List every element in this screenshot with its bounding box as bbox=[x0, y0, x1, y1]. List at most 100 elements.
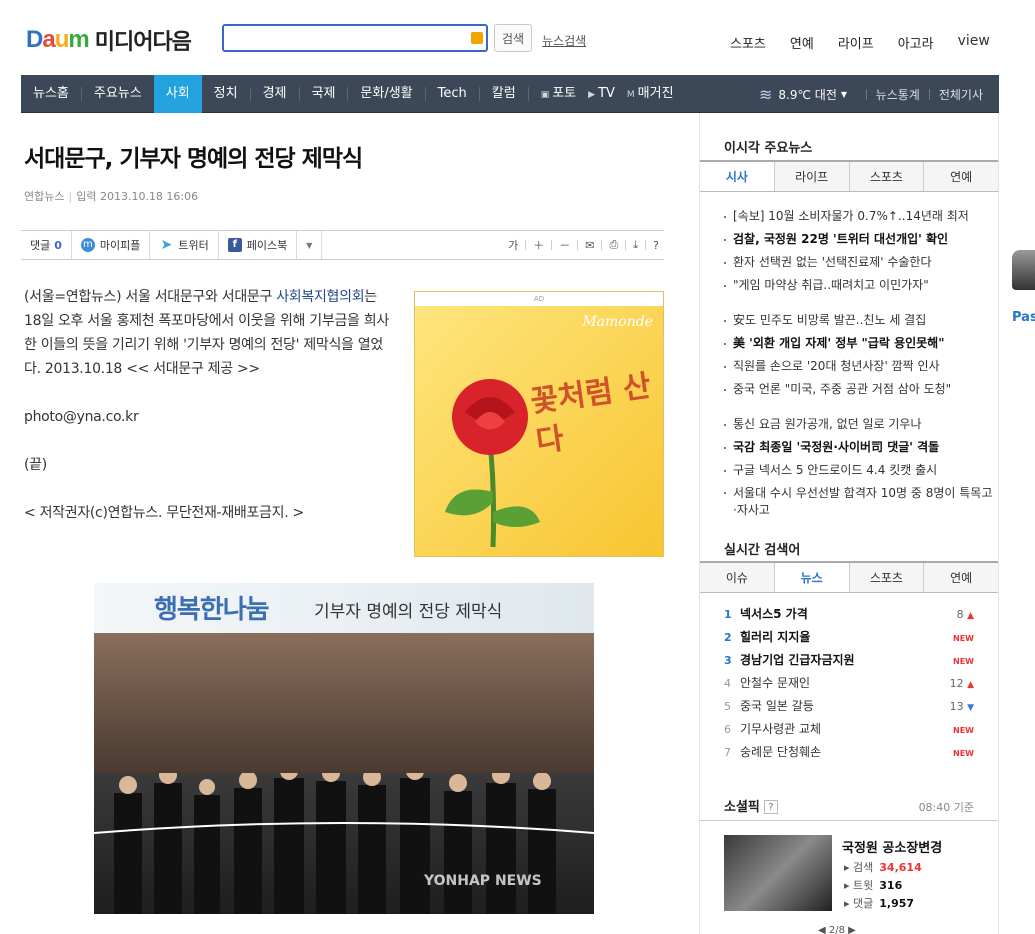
zoom-in-icon[interactable]: ＋ bbox=[533, 237, 544, 253]
article-toolbar: 댓글 0 m 마이피플 ➤ 트위터 f 페이스북 ▼ 가 ＋ － ✉ ⎙ ⤓ ? bbox=[21, 230, 664, 260]
daum-logo[interactable]: Daum 미디어다음 bbox=[26, 24, 192, 56]
facebook-button[interactable]: f 페이스북 bbox=[217, 231, 296, 259]
social-thumbnail[interactable] bbox=[724, 835, 832, 911]
search-button[interactable]: 검색 bbox=[494, 24, 532, 52]
more-share-button[interactable]: ▼ bbox=[296, 231, 321, 259]
news-stats-link[interactable]: 뉴스통계 bbox=[876, 86, 920, 103]
all-articles-link[interactable]: 전체기사 bbox=[939, 86, 983, 103]
rank-item[interactable]: 5 중국 일본 갈등 13 ▼ bbox=[724, 695, 974, 718]
arrow-up-icon: ▲ bbox=[967, 611, 974, 621]
news-item[interactable]: 국감 최종일 '국정원·사이버司 댓글' 격돌 bbox=[724, 436, 994, 459]
weather-widget[interactable]: ≋ 8.9℃ 대전 ▼ bbox=[759, 75, 847, 113]
top-link-agora[interactable]: 아고라 bbox=[898, 33, 934, 52]
nav-culture[interactable]: 문화/생활 bbox=[348, 75, 424, 113]
nav-magazine[interactable]: M 매거진 bbox=[627, 75, 686, 113]
side-ad[interactable]: Pas bbox=[1012, 250, 1035, 340]
news-search-link[interactable]: 뉴스검색 bbox=[542, 32, 586, 49]
twitter-button[interactable]: ➤ 트위터 bbox=[149, 231, 217, 259]
tab-current-affairs[interactable]: 시사 bbox=[700, 162, 774, 191]
rank-keyword: 숭례문 단청훼손 bbox=[740, 745, 822, 759]
tab-issue[interactable]: 이슈 bbox=[700, 563, 774, 592]
tab-life[interactable]: 라이프 bbox=[773, 162, 849, 191]
top-link-view[interactable]: view bbox=[958, 33, 990, 52]
rank-change-value: 8 bbox=[956, 608, 964, 621]
prev-icon[interactable]: ◀ bbox=[818, 925, 826, 934]
search-input[interactable] bbox=[224, 26, 464, 50]
stat-label: 검색 bbox=[853, 861, 874, 874]
dropdown-icon: ▼ bbox=[840, 89, 848, 99]
nav-top-news[interactable]: 주요뉴스 bbox=[82, 75, 154, 113]
article-source[interactable]: 연합뉴스 bbox=[24, 190, 64, 203]
news-item[interactable]: 통신 요금 원가공개, 없던 일로 기우나 bbox=[724, 413, 994, 436]
ad-banner[interactable]: AD Mamonde 꽃처럼 산다 bbox=[414, 291, 664, 557]
stat-label: 댓글 bbox=[853, 897, 874, 910]
nav-economy[interactable]: 경제 bbox=[251, 75, 299, 113]
social-item-title[interactable]: 국정원 공소장변경 bbox=[842, 837, 942, 856]
news-item[interactable]: 安도 민주도 비망록 발끈..친노 세 결집 bbox=[724, 309, 994, 332]
keyboard-icon[interactable] bbox=[471, 32, 483, 44]
news-item[interactable]: 직원를 손으로 '20대 청년사장' 깜짝 인사 bbox=[724, 355, 994, 378]
tab-news[interactable]: 뉴스 bbox=[773, 563, 849, 592]
top-link-life[interactable]: 라이프 bbox=[838, 33, 874, 52]
nav-tech[interactable]: Tech bbox=[426, 75, 479, 113]
tab-rt-entertainment[interactable]: 연예 bbox=[923, 563, 998, 592]
rank-item[interactable]: 7 숭례문 단청훼손 NEW bbox=[724, 741, 974, 764]
stat-value: 316 bbox=[879, 879, 903, 892]
tab-rt-sports[interactable]: 스포츠 bbox=[848, 563, 924, 592]
article-photo[interactable]: 행복한나눔 기부자 명예의 전당 제막식 YONHAP NEWS bbox=[94, 583, 594, 914]
top-link-entertainment[interactable]: 연예 bbox=[790, 33, 814, 52]
news-item[interactable]: [속보] 10월 소비자물가 0.7%↑..14년래 최저 bbox=[724, 205, 994, 228]
save-icon[interactable]: ⤓ bbox=[633, 238, 638, 252]
facebook-icon: f bbox=[227, 238, 242, 252]
email-icon[interactable]: ✉ bbox=[585, 239, 594, 252]
news-item[interactable]: 검찰, 국정원 22명 '트위터 대선개입' 확인 bbox=[724, 228, 994, 251]
nav-tv[interactable]: ▶ TV bbox=[588, 75, 627, 113]
top-link-sports[interactable]: 스포츠 bbox=[730, 33, 766, 52]
tab-entertainment[interactable]: 연예 bbox=[923, 162, 998, 191]
help-icon[interactable]: ? bbox=[763, 800, 778, 814]
social-pick-title: 소셜픽 bbox=[724, 800, 760, 815]
header: Daum 미디어다음 검색 뉴스검색 스포츠 연예 라이프 아고라 view bbox=[0, 0, 1035, 75]
help-icon[interactable]: ? bbox=[653, 239, 659, 252]
photo-icon: ▣ bbox=[540, 89, 550, 100]
social-pager: ◀ 2/8 ▶ bbox=[818, 925, 856, 934]
news-item[interactable]: 중국 언론 "미국, 주중 공관 거점 삼아 도청" bbox=[724, 378, 994, 401]
rank-item[interactable]: 4 안철수 문재인 12 ▲ bbox=[724, 672, 974, 695]
nav-photo[interactable]: ▣ 포토 bbox=[529, 75, 588, 113]
nav-news-home[interactable]: 뉴스홈 bbox=[21, 75, 81, 113]
font-size-icon[interactable]: 가 bbox=[508, 237, 518, 253]
next-icon[interactable]: ▶ bbox=[848, 925, 856, 934]
rank-number: 5 bbox=[724, 700, 731, 713]
tv-icon: ▶ bbox=[588, 89, 596, 100]
comment-button[interactable]: 댓글 0 bbox=[21, 231, 71, 259]
news-item[interactable]: 서울대 수시 우선선발 합격자 10명 중 8명이 특목고·자사고 bbox=[724, 482, 994, 519]
news-item[interactable]: 구글 넥서스 5 안드로이드 4.4 킷캣 출시 bbox=[724, 459, 994, 482]
search-box[interactable] bbox=[222, 24, 488, 52]
mypeople-button[interactable]: m 마이피플 bbox=[70, 231, 149, 259]
rank-item[interactable]: 2 힐러리 지지율 NEW bbox=[724, 626, 974, 649]
social-pick-item[interactable]: 국정원 공소장변경 ▸ 검색 34,614 ▸ 트윗 316 ▸ 댓글 1,957 bbox=[724, 835, 994, 911]
article-end: (끝) bbox=[24, 457, 47, 473]
tab-sports[interactable]: 스포츠 bbox=[848, 162, 924, 191]
print-icon[interactable]: ⎙ bbox=[609, 238, 618, 252]
news-item[interactable]: "게임 마약상 취급..때려치고 이민가자" bbox=[724, 274, 994, 297]
news-item[interactable]: 환자 선택권 없는 '선택진료제' 수술한다 bbox=[724, 251, 994, 274]
social-pick-time: 08:40 기준 bbox=[918, 801, 974, 814]
stat-value: 1,957 bbox=[879, 897, 915, 910]
keyword-link[interactable]: 사회복지협의회 bbox=[276, 289, 364, 305]
nav-politics[interactable]: 정치 bbox=[202, 75, 250, 113]
nav-column[interactable]: 칼럼 bbox=[480, 75, 528, 113]
rank-item[interactable]: 6 기무사령관 교체 NEW bbox=[724, 718, 974, 741]
rank-number: 7 bbox=[724, 746, 731, 759]
new-badge: NEW bbox=[953, 749, 974, 758]
nav-world[interactable]: 국제 bbox=[300, 75, 348, 113]
nav-right-links: 뉴스통계 전체기사 bbox=[857, 75, 983, 113]
tool-separator bbox=[577, 240, 579, 250]
weather-icon: ≋ bbox=[759, 84, 773, 104]
nav-society[interactable]: 사회 bbox=[153, 74, 202, 113]
rank-item[interactable]: 3 경남기업 긴급자금지원 NEW bbox=[724, 649, 974, 672]
news-item[interactable]: 美 '외환 개입 자제' 정부 "급락 용인못해" bbox=[724, 332, 994, 355]
article-tools: 가 ＋ － ✉ ⎙ ⤓ ? bbox=[503, 231, 664, 259]
rank-item[interactable]: 1 넥서스5 가격 8 ▲ bbox=[724, 603, 974, 626]
zoom-out-icon[interactable]: － bbox=[559, 237, 570, 253]
